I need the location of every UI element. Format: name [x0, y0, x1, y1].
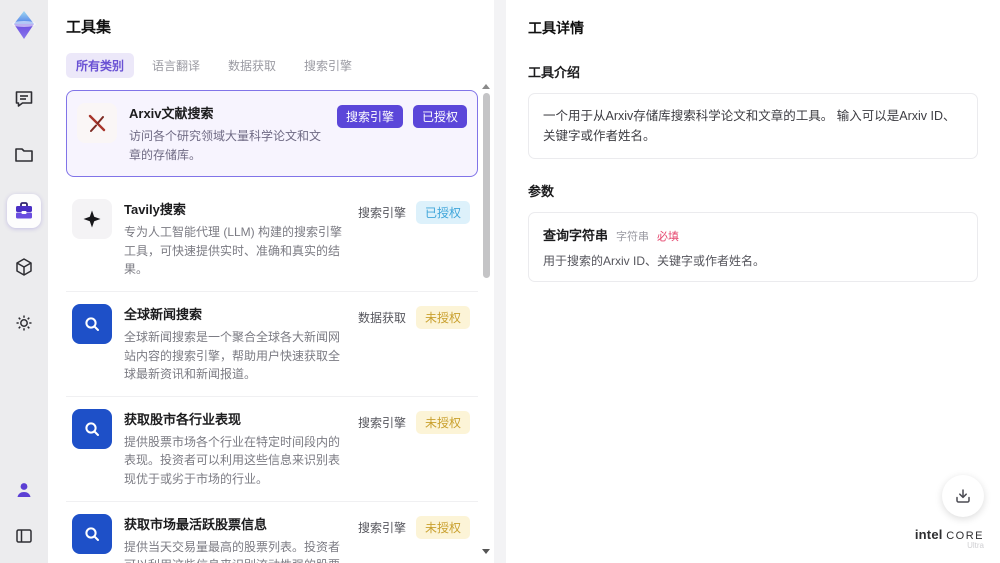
folder-icon: [15, 148, 33, 162]
tool-description: 提供当天交易量最高的股票列表。投资者可以利用这些信息来识别流动性强的股票和潜在的…: [124, 539, 341, 563]
tool-name: Tavily搜索: [124, 202, 186, 218]
tool-card-body: Tavily搜索 专为人工智能代理 (LLM) 构建的搜索引擎工具，可快速提供实…: [124, 199, 358, 279]
app-window: 工具集 所有类别 语言翻译 数据获取 搜索引擎 Arxiv文献搜索 访问各个研究…: [0, 0, 1000, 563]
tool-card-body: 获取股市各行业表现 提供股票市场各个行业在特定时间段内的表现。投资者可以利用这些…: [124, 409, 358, 489]
tool-card-body: Arxiv文献搜索 访问各个研究领域大量科学论文和文章的存储库。: [129, 103, 337, 164]
tab-search-engine[interactable]: 搜索引擎: [294, 53, 362, 78]
blue-search-icon: [72, 408, 112, 449]
brand-core-text: CORE: [946, 529, 984, 542]
category-badge: 搜索引擎: [336, 105, 403, 128]
tool-card-body: 获取市场最活跃股票信息 提供当天交易量最高的股票列表。投资者可以利用这些信息来识…: [124, 514, 358, 563]
blue-search-icon: [72, 303, 112, 344]
package-icon: [16, 258, 32, 276]
scroll-up-arrow-icon[interactable]: [482, 84, 490, 89]
param-type: 字符串: [616, 231, 650, 243]
tool-card-meta: 搜索引擎 已授权: [336, 103, 467, 128]
sidebar-item-settings[interactable]: [7, 306, 41, 340]
param-name: 查询字符串: [543, 228, 609, 243]
tool-description: 提供股票市场各个行业在特定时间段内的表现。投资者可以利用这些信息来识别表现优于或…: [124, 434, 341, 486]
tool-card-tavily[interactable]: Tavily搜索 专为人工智能代理 (LLM) 构建的搜索引擎工具，可快速提供实…: [66, 187, 478, 292]
params-heading: 参数: [528, 184, 555, 199]
panel-divider: [494, 0, 506, 563]
intro-box: 一个用于从Arxiv存储库搜索科学论文和文章的工具。 输入可以是Arxiv ID…: [528, 93, 978, 159]
scrollbar-thumb[interactable]: [482, 93, 490, 278]
detail-title: 工具详情: [528, 20, 584, 36]
download-button[interactable]: [942, 475, 984, 517]
category-tabs: 所有类别 语言翻译 数据获取 搜索引擎: [66, 53, 494, 78]
param-description: 用于搜索的Arxiv ID、关键字或作者姓名。: [543, 254, 766, 268]
param-box: 查询字符串 字符串 必填 用于搜索的Arxiv ID、关键字或作者姓名。: [528, 212, 978, 282]
category-label: 数据获取: [357, 310, 406, 325]
param-head: 查询字符串 字符串 必填: [543, 225, 963, 244]
tool-card-meta: 数据获取 未授权: [358, 304, 470, 329]
page-title: 工具集: [66, 19, 112, 36]
status-badge: 已授权: [415, 201, 470, 225]
tool-description: 全球新闻搜索是一个聚合全球各大新闻网站内容的搜索引擎，帮助用户快速获取全球最新资…: [124, 329, 341, 382]
panel-toggle-icon[interactable]: [7, 519, 41, 553]
brand-intel-text: intel: [914, 526, 943, 542]
category-label: 搜索引擎: [357, 520, 406, 535]
intro-heading: 工具介绍: [528, 65, 581, 80]
status-badge: 已授权: [412, 105, 467, 128]
tool-card-meta: 搜索引擎 未授权: [358, 514, 470, 539]
tool-list-panel: 工具集 所有类别 语言翻译 数据获取 搜索引擎 Arxiv文献搜索 访问各个研究…: [48, 0, 494, 563]
intro-text: 一个用于从Arxiv存储库搜索科学论文和文章的工具。 输入可以是Arxiv ID…: [543, 109, 956, 143]
list-scrollbar[interactable]: [481, 84, 491, 556]
scroll-down-arrow-icon[interactable]: [482, 549, 490, 554]
tab-data-fetching[interactable]: 数据获取: [218, 53, 286, 78]
tab-language-translation[interactable]: 语言翻译: [142, 53, 210, 78]
rail-nav: [7, 82, 41, 340]
brand-sub-text: Ultra: [967, 541, 984, 551]
app-logo-gem-icon[interactable]: [7, 8, 41, 42]
sidebar-item-tools[interactable]: [7, 194, 41, 228]
tool-name: 获取市场最活跃股票信息: [124, 516, 268, 532]
tool-name: 全球新闻搜索: [124, 306, 203, 322]
status-badge: 未授权: [415, 410, 470, 434]
tool-description: 访问各个研究领域大量科学论文和文章的存储库。: [129, 129, 322, 162]
tool-card-body: 全球新闻搜索 全球新闻搜索是一个聚合全球各大新闻网站内容的搜索引擎，帮助用户快速…: [124, 304, 358, 384]
param-required-badge: 必填: [657, 231, 680, 243]
tool-card-sector-performance[interactable]: 获取股市各行业表现 提供股票市场各个行业在特定时间段内的表现。投资者可以利用这些…: [66, 396, 478, 502]
toolbox-icon: [16, 202, 32, 219]
user-avatar-button[interactable]: [7, 473, 41, 507]
tool-card-meta: 搜索引擎 已授权: [357, 199, 470, 225]
tool-card-active-stocks[interactable]: 获取市场最活跃股票信息 提供当天交易量最高的股票列表。投资者可以利用这些信息来识…: [66, 501, 478, 563]
arxiv-x-icon: [77, 103, 117, 143]
intel-core-logo: intel CORE Ultra: [914, 526, 984, 551]
tool-card-arxiv[interactable]: Arxiv文献搜索 访问各个研究领域大量科学论文和文章的存储库。 搜索引擎 已授…: [66, 90, 478, 178]
user-icon: [17, 483, 31, 497]
category-label: 搜索引擎: [357, 206, 406, 221]
tool-description: 专为人工智能代理 (LLM) 构建的搜索引擎工具，可快速提供实时、准确和真实的结…: [124, 225, 343, 277]
tool-card-global-news[interactable]: 全球新闻搜索 全球新闻搜索是一个聚合全球各大新闻网站内容的搜索引擎，帮助用户快速…: [66, 291, 478, 397]
status-badge: 未授权: [415, 515, 470, 539]
blue-search-icon: [72, 513, 112, 554]
tool-card-meta: 搜索引擎 未授权: [358, 409, 470, 434]
tool-name: 获取股市各行业表现: [124, 411, 242, 427]
category-label: 搜索引擎: [357, 415, 406, 430]
sparkle-icon: [72, 199, 112, 240]
settings-icon: [16, 315, 32, 331]
chat-icon: [15, 91, 33, 107]
rail-bottom: [0, 473, 48, 553]
status-badge: 未授权: [415, 305, 470, 329]
sidebar-item-chat[interactable]: [7, 82, 41, 116]
download-icon: [956, 489, 970, 503]
tool-name: Arxiv文献搜索: [129, 106, 214, 121]
tool-list: Arxiv文献搜索 访问各个研究领域大量科学论文和文章的存储库。 搜索引擎 已授…: [66, 90, 478, 563]
sidebar-item-files[interactable]: [7, 138, 41, 172]
sidebar-item-packages[interactable]: [7, 250, 41, 284]
tool-detail-panel: 工具详情 工具介绍 一个用于从Arxiv存储库搜索科学论文和文章的工具。 输入可…: [506, 0, 1000, 563]
tab-all-categories[interactable]: 所有类别: [66, 53, 135, 78]
icon-rail: [0, 0, 48, 563]
